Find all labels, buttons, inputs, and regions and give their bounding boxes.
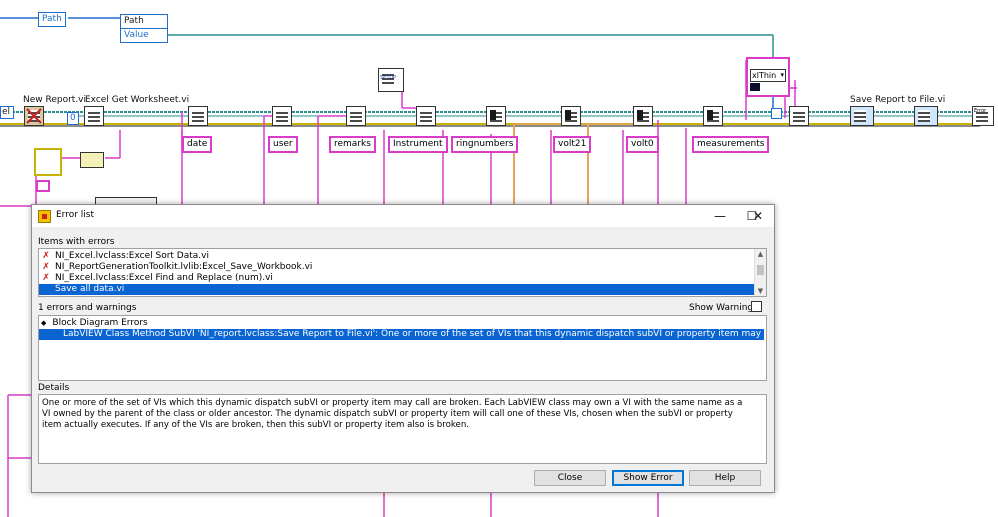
xlthin-selector[interactable]: xlThin ▾ (750, 69, 786, 82)
scroll-down-icon[interactable]: ▼ (755, 286, 766, 296)
path-constant-label: Path (42, 14, 62, 24)
list-item-label: Save all data.vi (55, 284, 125, 294)
volt0-control[interactable]: volt0 (626, 136, 659, 153)
report-type-label: el (2, 107, 11, 117)
zero-constant-label: 0 (70, 113, 76, 123)
path-property-node[interactable]: Path (120, 14, 168, 29)
show-warnings-checkbox[interactable] (751, 301, 762, 312)
path-constant[interactable]: Path (38, 12, 66, 27)
small-pink-constant[interactable] (36, 180, 50, 192)
chevron-down-icon: ▾ (780, 71, 784, 79)
new-report-label: New Report.vi (23, 95, 87, 105)
remarks-control-label: remarks (334, 139, 371, 149)
xlthin-label: xlThin (752, 71, 777, 80)
remarks-control[interactable]: remarks (329, 136, 376, 153)
close-icon: ✕ (752, 209, 764, 223)
instrument-control[interactable]: Instrument (388, 136, 448, 153)
volt21-control[interactable]: volt21 (553, 136, 592, 153)
error-x-icon: ✗ (42, 273, 50, 283)
volt21-control-label: volt21 (558, 139, 587, 149)
tree-error-text: LabVIEW Class Method SubVI 'NI_report.lv… (63, 329, 767, 339)
labview-app-icon (38, 210, 51, 223)
list-item-selected[interactable]: Save all data.vi (39, 284, 754, 295)
excel-sort-data-vi-icon-4[interactable] (703, 106, 723, 126)
excel-get-worksheet-vi-icon[interactable] (84, 106, 104, 126)
dispose-report-vi-icon[interactable] (914, 106, 938, 126)
broken-x-icon (26, 108, 42, 124)
dialog-title: Error list (56, 210, 95, 220)
error-x-icon: ✗ (42, 251, 50, 261)
minimize-icon: — (714, 209, 726, 223)
tree-group-block-diagram-errors[interactable]: ◆ Block Diagram Errors (41, 318, 148, 329)
show-error-button[interactable]: Show Error (612, 470, 684, 486)
setup-icon-label: SETUP (380, 75, 397, 81)
value-node-label: Value (124, 30, 149, 40)
diamond-bullet-icon: ◆ (41, 319, 47, 327)
help-button[interactable]: Help (689, 470, 761, 486)
list-item[interactable]: ✗ NI_Excel.lvclass:Excel Find and Replace… (41, 273, 273, 284)
tree-error-line-selected[interactable]: LabVIEW Class Method SubVI 'NI_report.lv… (39, 329, 767, 340)
excel-get-worksheet-label: Excel Get Worksheet.vi (85, 95, 190, 105)
list-item-label: NI_Excel.lvclass:Excel Find and Replace … (55, 273, 273, 283)
excel-insert-table-vi-icon-2[interactable] (272, 106, 292, 126)
date-control[interactable]: date (182, 136, 213, 153)
save-report-label: Save Report to File.vi (850, 95, 946, 105)
error-handler-label: Error (974, 108, 987, 114)
close-window-button[interactable]: ✕ (742, 205, 774, 227)
error-x-icon: ✗ (42, 262, 50, 272)
setup-icon[interactable]: SETUP (378, 68, 404, 92)
details-label: Details (38, 383, 70, 393)
excel-set-border-vi-icon[interactable] (789, 106, 809, 126)
dialog-titlebar[interactable]: Error list — ☐ ✕ (32, 205, 774, 227)
blue-small-terminal[interactable] (771, 108, 782, 119)
xlthin-indicator (750, 83, 760, 91)
list-item[interactable]: ✗ NI_ReportGenerationToolkit.lvlib:Excel_… (41, 262, 312, 273)
show-error-button-label: Show Error (623, 473, 673, 483)
bundle-node[interactable] (80, 152, 104, 168)
date-control-label: date (187, 139, 208, 149)
list-item[interactable]: ✗ NI_Excel.lvclass:Excel Sort Data.vi (41, 251, 209, 262)
excel-sort-data-vi-icon-3[interactable] (633, 106, 653, 126)
tree-group-label: Block Diagram Errors (52, 318, 148, 328)
minimize-button[interactable]: — (704, 205, 736, 227)
items-scrollbar[interactable]: ▲ ▼ (754, 249, 766, 296)
list-item-label: NI_ReportGenerationToolkit.lvlib:Excel_S… (55, 262, 313, 272)
error-handler-icon[interactable]: Error (972, 106, 994, 126)
scroll-up-icon[interactable]: ▲ (755, 249, 766, 259)
error-list-dialog[interactable]: Error list — ☐ ✕ Items with errors ✗ NI_E… (31, 204, 775, 493)
zero-constant[interactable]: 0 (67, 112, 79, 125)
details-text: One or more of the set of VIs which this… (42, 398, 743, 430)
items-with-errors-list[interactable]: ✗ NI_Excel.lvclass:Excel Sort Data.vi ✗ NI… (38, 248, 767, 297)
instrument-control-label: Instrument (393, 139, 443, 149)
report-type-constant[interactable]: el (0, 106, 15, 119)
list-item-label: NI_Excel.lvclass:Excel Sort Data.vi (55, 251, 209, 261)
details-box[interactable]: One or more of the set of VIs which this… (38, 394, 767, 464)
user-control[interactable]: user (268, 136, 298, 153)
measurements-control[interactable]: measurements (692, 136, 770, 153)
items-with-errors-label: Items with errors (38, 237, 115, 247)
ringnumbers-control-label: ringnumbers (456, 139, 514, 149)
errors-tree[interactable]: ◆ Block Diagram Errors LabVIEW Class Meth… (38, 315, 767, 381)
excel-insert-table-vi-icon-4[interactable] (416, 106, 436, 126)
excel-sort-data-vi-icon-2[interactable] (561, 106, 581, 126)
errors-count-label: 1 errors and warnings (38, 303, 137, 313)
measurements-control-label: measurements (697, 139, 765, 149)
value-property-node[interactable]: Value (120, 28, 168, 43)
volt0-control-label: volt0 (631, 139, 654, 149)
close-button[interactable]: Close (534, 470, 606, 486)
cluster-constant[interactable] (34, 148, 62, 176)
excel-insert-table-vi-icon-1[interactable] (188, 106, 208, 126)
path-node-label: Path (124, 16, 144, 26)
xlthin-ring-constant[interactable]: xlThin ▾ (746, 57, 790, 97)
scroll-thumb[interactable] (757, 265, 764, 275)
ringnumbers-control[interactable]: ringnumbers (451, 136, 519, 153)
excel-insert-table-vi-icon-3[interactable] (346, 106, 366, 126)
save-report-vi-icon[interactable] (850, 106, 874, 126)
help-button-label: Help (714, 473, 736, 483)
user-control-label: user (273, 139, 293, 149)
show-warnings-label: Show Warnings (689, 303, 758, 313)
close-button-label: Close (557, 473, 583, 483)
excel-sort-data-vi-icon-1[interactable] (486, 106, 506, 126)
